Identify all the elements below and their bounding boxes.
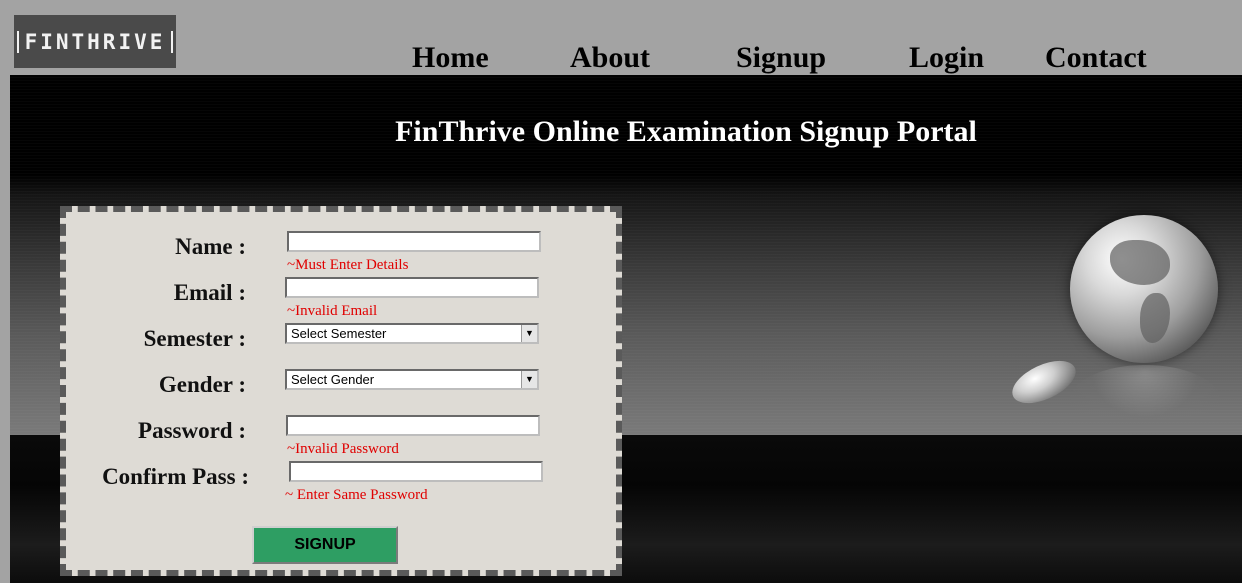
- chevron-down-icon[interactable]: ▼: [521, 371, 537, 388]
- semester-selected: Select Semester: [291, 326, 387, 341]
- confirm-password-error: ~ Enter Same Password: [285, 487, 428, 503]
- globe-image: [1070, 215, 1218, 363]
- nav-login[interactable]: Login: [909, 40, 984, 76]
- page-title: FinThrive Online Examination Signup Port…: [395, 115, 977, 148]
- email-label: Email :: [173, 280, 246, 305]
- confirm-password-input[interactable]: [289, 461, 543, 482]
- password-label: Password :: [138, 418, 246, 443]
- confirm-password-label: Confirm Pass :: [102, 464, 249, 489]
- semester-label: Semester :: [143, 326, 246, 351]
- name-error: ~Must Enter Details: [287, 257, 409, 273]
- name-label: Name :: [175, 234, 246, 259]
- gender-select[interactable]: Select Gender ▼: [285, 369, 539, 390]
- nav-home[interactable]: Home: [412, 40, 489, 76]
- name-input[interactable]: [287, 231, 541, 252]
- globe-land: [1140, 293, 1170, 343]
- logo[interactable]: FINTHRIVE: [14, 15, 176, 68]
- email-error: ~Invalid Email: [287, 303, 378, 319]
- signup-form: Name : ~Must Enter Details Email : ~Inva…: [60, 206, 622, 576]
- gender-selected: Select Gender: [291, 372, 375, 387]
- nav-contact[interactable]: Contact: [1045, 40, 1147, 76]
- signup-button[interactable]: SIGNUP: [252, 526, 398, 564]
- email-input[interactable]: [285, 277, 539, 298]
- logo-text: FINTHRIVE: [16, 30, 174, 53]
- nav-signup[interactable]: Signup: [736, 40, 826, 76]
- globe-land: [1110, 240, 1170, 285]
- nav-about[interactable]: About: [570, 40, 650, 76]
- gender-label: Gender :: [158, 372, 246, 397]
- password-input[interactable]: [286, 415, 540, 436]
- password-error: ~Invalid Password: [287, 441, 399, 457]
- semester-select[interactable]: Select Semester ▼: [285, 323, 539, 344]
- chevron-down-icon[interactable]: ▼: [521, 325, 537, 342]
- globe-reflection: [1070, 365, 1220, 435]
